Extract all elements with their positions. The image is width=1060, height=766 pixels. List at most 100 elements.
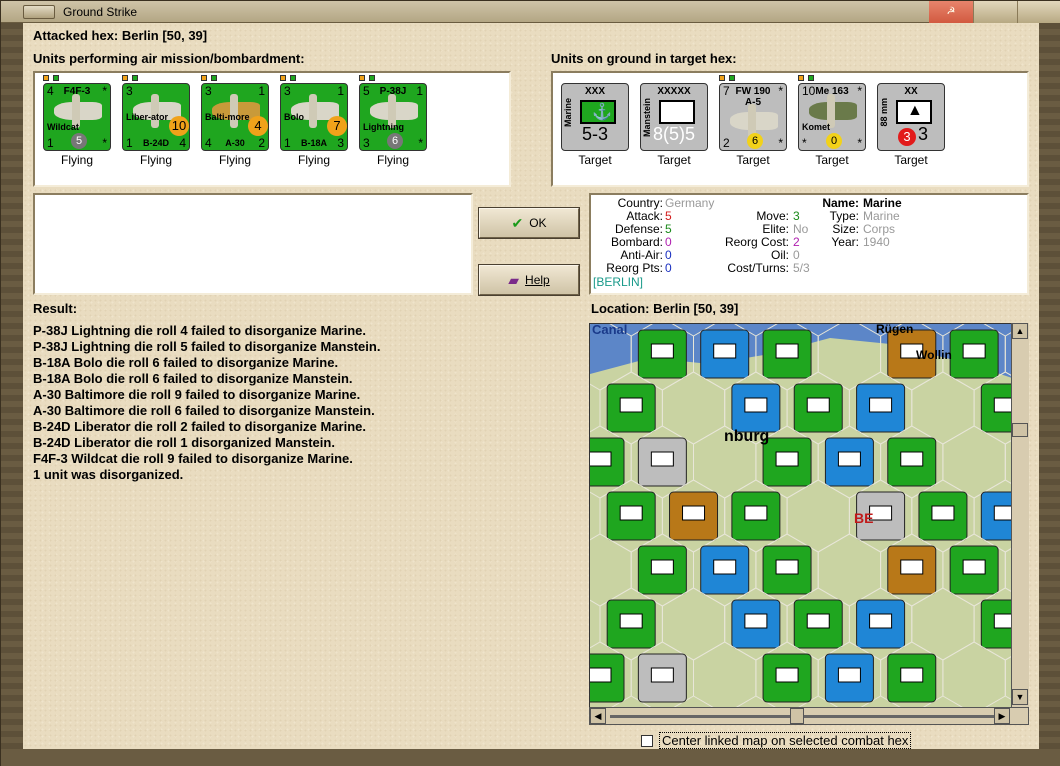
unit-symbol-icon: [775, 667, 799, 683]
maximize-button[interactable]: [1017, 1, 1060, 23]
status-pip: [719, 75, 725, 81]
message-textbox[interactable]: [33, 193, 473, 295]
ground-unit-marine[interactable]: XXX Marine ⚓ 5-3 Target: [559, 81, 631, 167]
unit-symbol-icon: [869, 613, 893, 629]
unit-status: Flying: [60, 153, 93, 167]
status-pip: [290, 75, 296, 81]
unit-counter: 5 P-38J 1 Lightning 3 * 6: [359, 83, 427, 151]
map-vertical-scrollbar[interactable]: ▲ ▼: [1011, 323, 1029, 707]
air-units-panel: 4 F4F-3 * Wildcat 1 * 5 Flying 3 Liber-a: [33, 71, 511, 187]
close-button[interactable]: ☭: [929, 1, 973, 23]
unit-symbol-icon: [962, 343, 986, 359]
center-map-checkbox[interactable]: [641, 734, 653, 747]
ok-button[interactable]: ✔ OK: [479, 208, 579, 238]
map-label: Wollin: [916, 348, 952, 362]
frame-bottom: [1, 749, 1060, 766]
unit-symbol-icon: [900, 559, 924, 575]
unit-name: FW 190: [735, 86, 771, 97]
location-map[interactable]: Canal Rügen Wollin nburg BE: [589, 323, 1029, 725]
air-unit-lightning[interactable]: 5 P-38J 1 Lightning 3 * 6 Flying: [357, 75, 429, 167]
unit-symbol-icon: [962, 559, 986, 575]
minimize-button[interactable]: [973, 1, 1017, 23]
ground-unit-manstein[interactable]: XXXXX Manstein 8(5)5 Target: [638, 81, 710, 167]
unit-size: XXX: [584, 86, 605, 97]
help-label: Help: [525, 273, 550, 287]
ground-unit-88mm[interactable]: XX 88 mm ▲ 3 3 Target: [875, 81, 947, 167]
map-label: nburg: [724, 428, 770, 445]
strength-badge: 5: [71, 133, 87, 149]
map-label: BE: [854, 510, 874, 526]
strength-badge: 4: [248, 116, 268, 136]
unit-symbol-icon: [619, 505, 643, 521]
scroll-up-button[interactable]: ▲: [1012, 323, 1028, 339]
counter-value: 4: [205, 136, 212, 150]
unit-symbol-icon: [775, 451, 799, 467]
counter-value: *: [857, 84, 862, 98]
strength-badge: 10: [169, 116, 189, 136]
unit-counter: 3 1 Balti-more A-30 4 2 4: [201, 83, 269, 151]
unit-status: Flying: [139, 153, 172, 167]
anti-aircraft-icon: ▲: [896, 100, 932, 124]
horizontal-scroll-thumb[interactable]: [790, 708, 804, 724]
center-map-option[interactable]: Center linked map on selected combat hex: [641, 732, 912, 749]
hex-map-canvas: [590, 324, 1028, 724]
result-line: P-38J Lightning die roll 4 failed to dis…: [33, 323, 366, 338]
unit-symbol-icon: [744, 397, 768, 413]
ground-units-heading: Units on ground in target hex:: [551, 51, 737, 66]
counter-value: 2: [258, 136, 265, 150]
counter-value: 3: [126, 84, 133, 98]
info-value: 5/3: [793, 261, 810, 275]
result-line: P-38J Lightning die roll 5 failed to dis…: [33, 339, 381, 354]
unit-info-panel: Country: Germany Attack: 5 Defense: 5 Bo…: [589, 193, 1029, 295]
unit-counter: 3 1 Bolo B-18A 1 3 7: [280, 83, 348, 151]
info-value: 0: [665, 261, 672, 275]
status-pip: [211, 75, 217, 81]
vertical-scroll-thumb[interactable]: [1012, 423, 1028, 437]
result-line: A-30 Baltimore die roll 9 failed to diso…: [33, 387, 361, 402]
scroll-down-button[interactable]: ▼: [1012, 689, 1028, 705]
ground-unit-komet[interactable]: 10 Me 163 * Komet * * 0 Target: [796, 75, 868, 167]
unit-status: Target: [657, 153, 691, 167]
title-bar: Ground Strike ☭: [1, 1, 1060, 23]
unit-status: Target: [815, 153, 849, 167]
strength-badge: 0: [826, 133, 842, 149]
unit-symbol-icon: [713, 559, 737, 575]
help-button[interactable]: ▰ Help: [479, 265, 579, 295]
unit-symbol-icon: [869, 397, 893, 413]
ground-unit-fw190[interactable]: 7 FW 190 A-5 * 2 * 6 Target: [717, 75, 789, 167]
unit-counter: XXXXX Manstein 8(5)5: [640, 83, 708, 151]
scroll-right-button[interactable]: ▶: [994, 708, 1010, 724]
air-unit-wildcat[interactable]: 4 F4F-3 * Wildcat 1 * 5 Flying: [41, 75, 113, 167]
unit-symbol-icon: [619, 397, 643, 413]
unit-symbol-icon: [650, 559, 674, 575]
window-title: Ground Strike: [63, 5, 138, 19]
unit-symbol-icon: [650, 451, 674, 467]
status-pip: [369, 75, 375, 81]
location-tag: [BERLIN]: [593, 275, 644, 289]
counter-value: *: [802, 136, 807, 150]
unit-label: Lightning: [363, 122, 404, 132]
result-line: B-18A Bolo die roll 6 failed to disorgan…: [33, 371, 353, 386]
unit-counter: XX 88 mm ▲ 3 3: [877, 83, 945, 151]
scroll-left-button[interactable]: ◀: [590, 708, 606, 724]
aircraft-icon: [730, 104, 778, 138]
status-pip: [53, 75, 59, 81]
unit-status: Flying: [376, 153, 409, 167]
air-unit-baltimore[interactable]: 3 1 Balti-more A-30 4 2 4 Flying: [199, 75, 271, 167]
air-unit-liberator[interactable]: 3 Liber-ator B-24D 1 4 10 Flying: [120, 75, 192, 167]
counter-value: 3: [205, 84, 212, 98]
status-pip: [359, 75, 365, 81]
scroll-track: [610, 715, 1010, 718]
attacked-hex-label: Attacked hex: Berlin [50, 39]: [33, 28, 208, 43]
map-horizontal-scrollbar[interactable]: ◀ ▶: [589, 707, 1029, 725]
counter-value: 3: [284, 84, 291, 98]
system-menu-button[interactable]: [23, 5, 55, 19]
checkmark-icon: ✔: [511, 214, 524, 231]
location-heading: Location: Berlin [50, 39]: [591, 301, 739, 316]
air-unit-bolo[interactable]: 3 1 Bolo B-18A 1 3 7 Flying: [278, 75, 350, 167]
counter-value: 4: [179, 136, 186, 150]
counter-value: *: [778, 136, 783, 150]
unit-label: Komet: [802, 122, 831, 132]
unit-symbol-icon: [590, 667, 612, 683]
unit-counter: XXX Marine ⚓ 5-3: [561, 83, 629, 151]
